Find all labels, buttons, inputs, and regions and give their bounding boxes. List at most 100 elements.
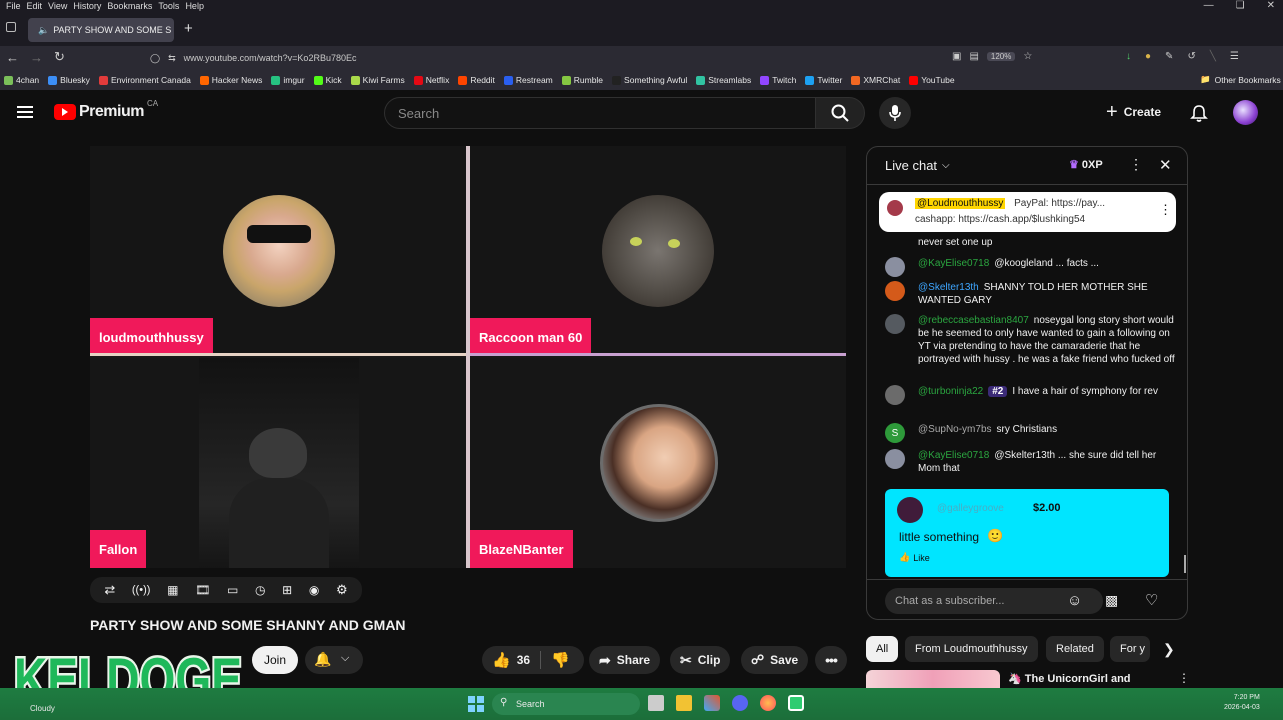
broadcast-icon[interactable]: ((•)) [132, 584, 151, 596]
voice-search-button[interactable] [879, 97, 911, 129]
chat-avatar[interactable] [885, 314, 905, 334]
extensions-icon[interactable]: ✎ [1165, 51, 1173, 62]
add-frame-icon[interactable]: ⊞ [282, 583, 292, 597]
reader-view-icon[interactable]: ▤ [969, 51, 978, 62]
extension-cookie-icon[interactable]: ● [1145, 51, 1151, 62]
file-explorer-icon[interactable] [676, 695, 692, 711]
film-icon[interactable]: 🎞 [195, 583, 210, 597]
thumbs-down-icon[interactable]: 👎 [551, 651, 570, 669]
menu-history[interactable]: History [73, 1, 101, 11]
close-chat-icon[interactable]: ✕ [1159, 156, 1172, 174]
chat-author[interactable]: @SupNo-ym7bs [918, 424, 992, 435]
menu-bookmarks[interactable]: Bookmarks [107, 1, 152, 11]
bookmark-item[interactable]: imgur [271, 75, 305, 85]
zoom-level[interactable]: 120% [986, 52, 1016, 61]
pinned-message[interactable]: @Loudmouthhussy PayPal: https://pay... c… [879, 192, 1176, 232]
search-button[interactable] [815, 97, 865, 129]
subscription-bell-button[interactable]: 🔔 ⌵ [305, 646, 363, 674]
recommended-more-icon[interactable]: ⋮ [1178, 671, 1186, 685]
create-button[interactable]: + Create [1106, 102, 1161, 122]
bookmark-item[interactable]: Hacker News [199, 75, 262, 85]
share-button[interactable]: ➦ Share [589, 646, 661, 674]
close-window-icon[interactable]: ✕ [1267, 0, 1275, 11]
bookmark-item[interactable]: XMRChat [851, 75, 900, 85]
forward-icon[interactable]: → [30, 50, 43, 65]
chat-mode-dropdown[interactable]: Live chat ⌵ [885, 158, 950, 173]
chat-options-icon[interactable]: ⋮ [1129, 156, 1143, 173]
task-view-icon[interactable] [648, 695, 664, 711]
camera-icon[interactable]: ◉ [309, 583, 319, 597]
menu-view[interactable]: View [48, 1, 67, 11]
bookmark-item[interactable]: Rumble [561, 75, 603, 85]
hamburger-menu-icon[interactable] [17, 106, 33, 118]
reload-icon[interactable]: ↻ [54, 49, 65, 65]
chip-related[interactable]: Related [1046, 636, 1104, 662]
browser-tab-active[interactable]: 🔈 PARTY SHOW AND SOME S ✕ [28, 18, 174, 42]
chat-author[interactable]: @KayElise0718 [918, 258, 989, 269]
chat-message[interactable]: S @SupNo-ym7bs sry Christians [885, 423, 1175, 443]
streaming-app-icon[interactable] [788, 695, 804, 711]
other-bookmarks[interactable]: 📁 Other Bookmarks [1200, 74, 1281, 85]
super-chat-icon[interactable]: ▩ [1105, 592, 1118, 609]
chip-for-you[interactable]: For y [1110, 636, 1150, 662]
like-dislike-button[interactable]: 👍 36 👎 [482, 646, 584, 674]
save-button[interactable]: ☍ Save [741, 646, 809, 674]
bookmark-item[interactable]: Twitter [805, 75, 842, 85]
chat-avatar[interactable] [885, 257, 905, 277]
extension-disabled-icon[interactable]: ╲ [1210, 51, 1216, 62]
superchat-author[interactable]: @galleygroove [937, 503, 1004, 514]
menu-edit[interactable]: Edit [27, 1, 43, 11]
bookmark-item[interactable]: Netflix [413, 75, 449, 85]
notifications-bell-icon[interactable] [1190, 104, 1208, 123]
youtube-logo[interactable]: Premium CA [54, 99, 158, 121]
start-button[interactable] [468, 696, 484, 712]
taskbar-clock[interactable]: 7:20 PM 2026-04-03 [1224, 693, 1260, 713]
firefox-icon[interactable] [760, 695, 776, 711]
bookmark-item[interactable]: Bluesky [48, 75, 90, 85]
chat-scrollbar[interactable] [1184, 555, 1186, 573]
settings-gear-icon[interactable]: ⚙ [336, 582, 348, 598]
bookmark-item[interactable]: Something Awful [612, 75, 687, 85]
clip-button[interactable]: ✂ Clip [670, 646, 731, 674]
superchat-like-button[interactable]: 👍 Like [899, 552, 930, 563]
chat-avatar[interactable] [885, 385, 905, 405]
chat-message[interactable]: @KayElise0718 @Skelter13th ... she sure d… [885, 449, 1175, 475]
more-actions-button[interactable]: ••• [815, 646, 847, 674]
chip-all[interactable]: All [866, 636, 899, 662]
chat-author[interactable]: @turboninja22 [918, 386, 983, 397]
chat-message[interactable]: @Skelter13th SHANNY TOLD HER MOTHER SHE W… [885, 281, 1175, 307]
heart-icon[interactable]: ♡ [1145, 591, 1158, 609]
tab-overview-icon[interactable] [6, 22, 16, 32]
shield-icon[interactable]: ◯ [150, 53, 160, 64]
bookmark-item[interactable]: Streamlabs [696, 75, 751, 85]
join-button[interactable]: Join [252, 646, 298, 674]
chat-avatar[interactable] [885, 449, 905, 469]
chat-message[interactable]: @KayElise0718 @koogleland ... facts ... [885, 257, 1175, 277]
back-icon[interactable]: ← [6, 50, 19, 65]
picture-in-picture-icon[interactable]: ▣ [952, 51, 961, 62]
discord-icon[interactable] [732, 695, 748, 711]
menu-help[interactable]: Help [185, 1, 204, 11]
loop-icon[interactable]: ⇄ [104, 582, 115, 598]
bookmark-item[interactable]: Kiwi Farms [350, 75, 405, 85]
app-menu-icon[interactable]: ☰ [1230, 51, 1239, 62]
sync-icon[interactable]: ↺ [1187, 51, 1195, 62]
bookmark-item[interactable]: Twitch [760, 75, 796, 85]
menu-tools[interactable]: Tools [158, 1, 179, 11]
address-bar[interactable]: ◯ ⇆ www.youtube.com/watch?v=Ko2RBu780Ec [150, 48, 1050, 68]
search-input[interactable]: Search [384, 97, 816, 129]
chat-author[interactable]: @KayElise0718 [918, 450, 989, 461]
bookmark-item[interactable]: Reddit [458, 75, 495, 85]
emoji-icon[interactable]: ☺ [1067, 592, 1082, 609]
recommended-video[interactable]: 🦄 The UnicornGirl and ⋮ [866, 670, 1186, 688]
thumbs-up-icon[interactable]: 👍 [492, 651, 511, 669]
chat-avatar[interactable]: S [885, 423, 905, 443]
speed-icon[interactable]: ◷ [255, 583, 265, 597]
bookmark-star-icon[interactable]: ☆ [1023, 51, 1032, 62]
super-chat-message[interactable]: @galleygroove $2.00 little something 🙂 👍… [885, 489, 1169, 577]
url-text[interactable]: www.youtube.com/watch?v=Ko2RBu780Ec [184, 53, 357, 63]
chat-author[interactable]: @rebeccasebastian8407 [918, 315, 1029, 326]
chat-author[interactable]: @Skelter13th [918, 282, 979, 293]
chat-avatar[interactable] [885, 281, 905, 301]
download-icon[interactable]: ↓ [1126, 51, 1131, 62]
